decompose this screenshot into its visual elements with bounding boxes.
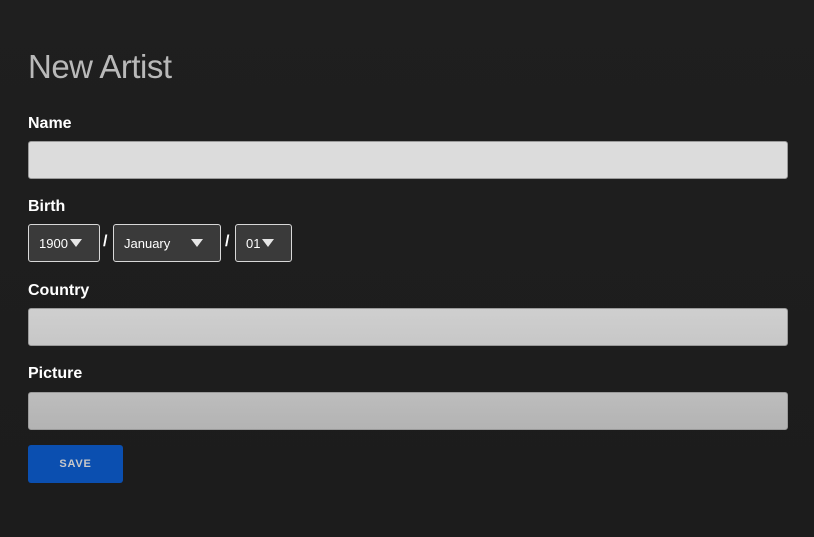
country-input[interactable]: [28, 308, 788, 346]
date-separator: /: [225, 233, 230, 250]
birth-year-select[interactable]: 1900: [28, 224, 100, 262]
chevron-down-icon: [262, 239, 274, 247]
birth-day-value: 01: [246, 235, 261, 251]
birth-month-value: January: [124, 235, 171, 251]
country-label: Country: [28, 282, 90, 299]
page-title: New Artist: [28, 48, 172, 85]
date-separator: /: [103, 233, 108, 250]
birth-day-select[interactable]: 01: [235, 224, 292, 262]
name-label: Name: [28, 115, 72, 132]
birth-label: Birth: [28, 198, 66, 215]
save-button[interactable]: SAVE: [28, 445, 123, 483]
name-input[interactable]: [28, 141, 788, 179]
picture-input[interactable]: [28, 392, 788, 430]
chevron-down-icon: [191, 239, 203, 247]
new-artist-page: New Artist Name Birth 1900 / January / 0…: [0, 0, 814, 537]
birth-month-select[interactable]: January: [113, 224, 221, 262]
picture-label: Picture: [28, 365, 83, 382]
chevron-down-icon: [70, 239, 82, 247]
birth-year-value: 1900: [39, 235, 68, 251]
